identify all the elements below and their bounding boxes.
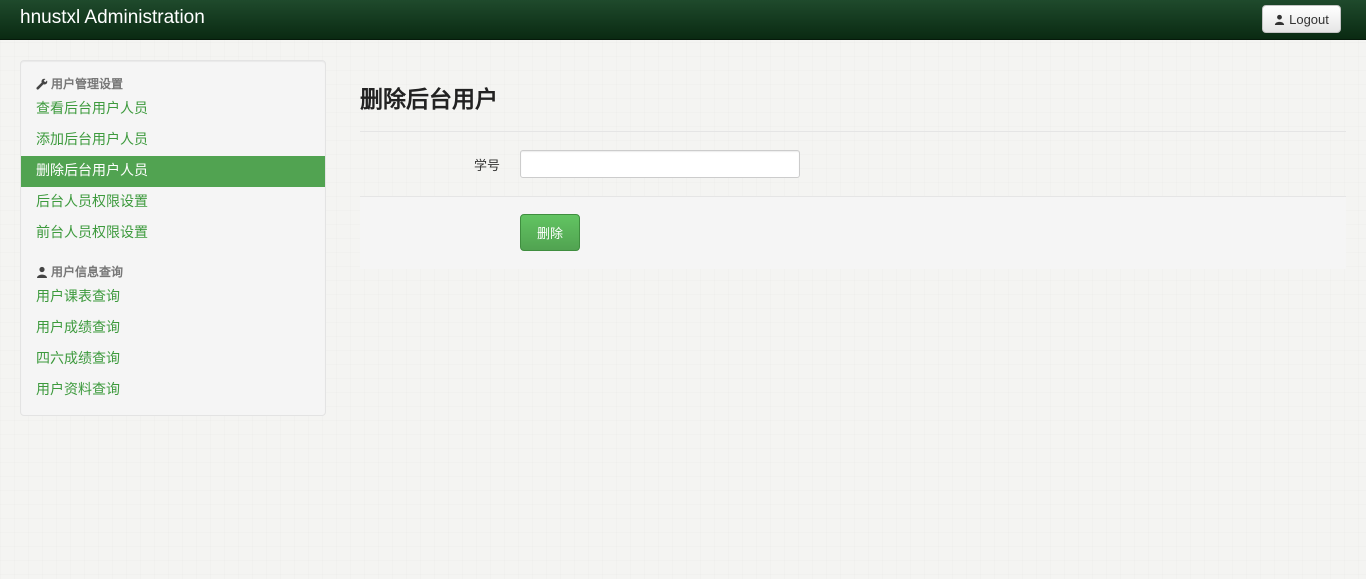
sidebar-item-view-admin-users[interactable]: 查看后台用户人员: [21, 94, 325, 125]
sidebar-header-user-info: 用户信息查询: [36, 263, 123, 280]
sidebar-header-label: 用户信息查询: [51, 265, 124, 279]
app-title[interactable]: hnustxl Administration: [20, 7, 205, 29]
wrench-icon: [36, 78, 48, 90]
form-actions: [360, 196, 1346, 269]
user-icon: [1275, 14, 1285, 25]
sidebar-item-delete-admin-users[interactable]: 删除后台用户人员: [21, 156, 325, 187]
sidebar: 用户管理设置 查看后台用户人员 添加后台用户人员 删除后台用户人员 后台人员权限…: [20, 60, 326, 416]
sidebar-item-profile-query[interactable]: 用户资料查询: [21, 375, 325, 406]
sidebar-item-admin-permissions[interactable]: 后台人员权限设置: [21, 187, 325, 218]
sidebar-item-timetable-query[interactable]: 用户课表查询: [21, 282, 325, 313]
user-icon: [37, 266, 47, 278]
sidebar-item-cet-grades-query[interactable]: 四六成绩查询: [21, 344, 325, 375]
sidebar-item-grades-query[interactable]: 用户成绩查询: [21, 313, 325, 344]
top-navbar: hnustxl Administration Logout: [0, 0, 1366, 40]
sidebar-header-label: 用户管理设置: [51, 77, 124, 91]
title-divider: [360, 131, 1346, 132]
logout-label: Logout: [1289, 11, 1329, 27]
student-id-label: 学号: [473, 159, 500, 174]
student-id-input[interactable]: [520, 150, 800, 178]
page-title: 删除后台用户: [360, 86, 498, 113]
sidebar-item-add-admin-users[interactable]: 添加后台用户人员: [21, 125, 325, 156]
sidebar-header-user-management: 用户管理设置: [36, 75, 123, 92]
logout-button[interactable]: Logout: [1262, 5, 1341, 33]
delete-button[interactable]: 删除: [520, 214, 580, 251]
sidebar-item-frontend-permissions[interactable]: 前台人员权限设置: [21, 218, 325, 249]
